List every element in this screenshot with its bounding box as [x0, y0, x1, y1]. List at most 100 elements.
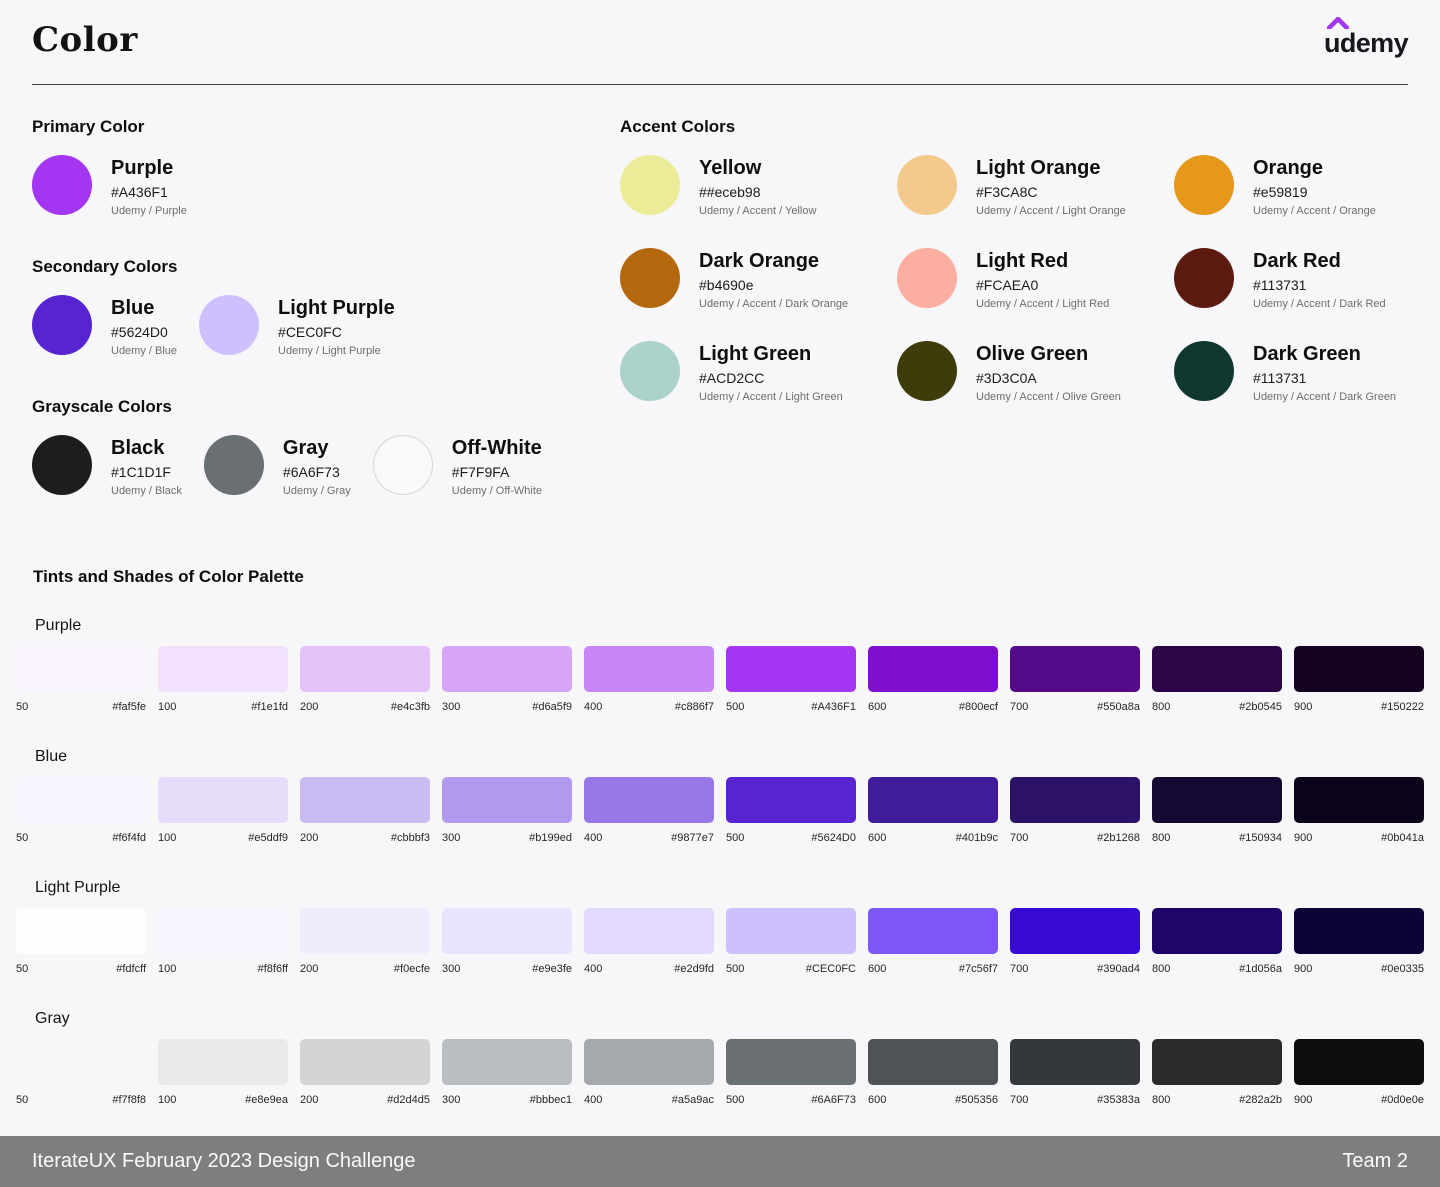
tint-cell: 100 #f8f6ff [158, 908, 288, 975]
tint-hex-label: #150934 [1239, 832, 1282, 844]
tint-scale-label: 100 [158, 1094, 177, 1106]
tint-scale-label: 400 [584, 1094, 603, 1106]
tint-swatch [158, 646, 288, 692]
tint-swatch [868, 908, 998, 954]
tint-scale-label: 600 [868, 832, 887, 844]
tint-scale-label: 50 [16, 832, 29, 844]
tint-cell: 900 #0e0335 [1294, 908, 1424, 975]
tint-cell: 50 #f6f4fd [16, 777, 146, 844]
tint-scale-label: 400 [584, 963, 603, 975]
tint-cell: 200 #d2d4d5 [300, 1039, 430, 1106]
tint-scale-label: 50 [16, 701, 29, 713]
tint-scale-label: 700 [1010, 963, 1029, 975]
tint-cell: 300 #b199ed [442, 777, 572, 844]
tint-hex-label: #2b0545 [1239, 701, 1282, 713]
tint-swatch [726, 1039, 856, 1085]
color-item: Light Red #FCAEA0 Udemy / Accent / Light… [897, 248, 1174, 310]
color-swatch-circle [372, 435, 433, 495]
tint-cell: 800 #150934 [1152, 777, 1282, 844]
tint-swatch [158, 1039, 288, 1085]
color-name: Light Green [699, 343, 812, 365]
tint-scale-label: 800 [1152, 963, 1171, 975]
color-meta: Dark Green #113731 Udemy / Accent / Dark… [1253, 341, 1396, 403]
color-item: Light Orange #F3CA8C Udemy / Accent / Li… [897, 155, 1174, 217]
tint-cell: 500 #6A6F73 [726, 1039, 856, 1106]
tint-hex-label: #282a2b [1239, 1094, 1282, 1106]
tint-hex-label: #e5ddf9 [248, 832, 288, 844]
tint-labels: 800 #282a2b [1152, 1094, 1282, 1106]
tint-cell: 800 #282a2b [1152, 1039, 1282, 1106]
tint-scale-label: 300 [442, 701, 461, 713]
tint-swatch [16, 646, 146, 692]
tint-row: Blue 50 #f6f4fd 100 #e5ddf9 200 #cbbbf3 … [16, 746, 1424, 844]
color-hex: #CEC0FC [278, 324, 342, 340]
color-item: Olive Green #3D3C0A Udemy / Accent / Oli… [897, 341, 1174, 403]
tint-scale-label: 900 [1294, 701, 1313, 713]
tint-cell: 800 #2b0545 [1152, 646, 1282, 713]
color-item: Black #1C1D1F Udemy / Black [32, 435, 182, 497]
primary-color-heading: Primary Color [32, 117, 145, 136]
tint-labels: 300 #bbbec1 [442, 1094, 572, 1106]
color-swatch-circle [1174, 248, 1234, 308]
tint-scale-label: 100 [158, 963, 177, 975]
tint-hex-label: #6A6F73 [811, 1094, 856, 1106]
tint-scale-label: 500 [726, 701, 745, 713]
header: Color udemy [32, 0, 1409, 85]
tint-hex-label: #A436F1 [811, 701, 856, 713]
color-swatch-circle [32, 155, 92, 215]
color-swatch-circle [897, 155, 957, 215]
tint-scale-label: 500 [726, 832, 745, 844]
tint-hex-label: #7c56f7 [958, 963, 998, 975]
tint-cell: 200 #e4c3fb [300, 646, 430, 713]
page-title: Color [32, 20, 138, 60]
tint-swatch [1152, 646, 1282, 692]
tint-labels: 100 #f1e1fd [158, 701, 288, 713]
tint-scale-label: 900 [1294, 963, 1313, 975]
tint-cell: 600 #505356 [868, 1039, 998, 1106]
tint-hex-label: #e9e3fe [532, 963, 572, 975]
color-name: Olive Green [976, 343, 1089, 365]
tint-labels: 300 #b199ed [442, 832, 572, 844]
color-swatch-circle [203, 435, 264, 495]
tint-hex-label: #0b041a [1381, 832, 1424, 844]
tint-swatch [16, 908, 146, 954]
tint-labels: 200 #d2d4d5 [300, 1094, 430, 1106]
tint-labels: 100 #f8f6ff [158, 963, 288, 975]
color-item: Light Green #ACD2CC Udemy / Accent / Lig… [620, 341, 897, 403]
tint-cell: 400 #c886f7 [584, 646, 714, 713]
color-token-path: Udemy / Accent / Light Red [976, 298, 1110, 310]
tint-labels: 800 #150934 [1152, 832, 1282, 844]
color-token-path: Udemy / Accent / Dark Orange [699, 298, 849, 310]
color-meta: Orange #e59819 Udemy / Accent / Orange [1253, 155, 1376, 217]
color-token-path: Udemy / Accent / Yellow [699, 205, 817, 217]
color-meta: Light Orange #F3CA8C Udemy / Accent / Li… [976, 155, 1126, 217]
color-hex: #113731 [1253, 277, 1307, 293]
tint-swatch [584, 777, 714, 823]
tint-hex-label: #cbbbf3 [390, 832, 430, 844]
tint-swatch [442, 908, 572, 954]
color-item: Blue #5624D0 Udemy / Blue [32, 295, 177, 357]
color-hex: #F7F9FA [451, 464, 510, 480]
tint-row-name: Gray [35, 1010, 70, 1027]
tint-labels: 50 #faf5fe [16, 701, 146, 713]
color-meta: Gray #6A6F73 Udemy / Gray [283, 435, 351, 497]
tint-scale-label: 100 [158, 832, 177, 844]
tint-scale-label: 50 [16, 963, 29, 975]
tint-hex-label: #b199ed [529, 832, 572, 844]
color-token-path: Udemy / Accent / Light Orange [976, 205, 1126, 217]
tint-hex-label: #35383a [1097, 1094, 1140, 1106]
color-name: Light Orange [976, 157, 1101, 179]
tint-swatch [158, 908, 288, 954]
tint-labels: 700 #2b1268 [1010, 832, 1140, 844]
color-item: Off-White #F7F9FA Udemy / Off-White [372, 435, 543, 497]
color-name: Blue [111, 297, 155, 319]
tint-hex-label: #e2d9fd [674, 963, 714, 975]
color-item: Gray #6A6F73 Udemy / Gray [203, 435, 351, 497]
color-token-path: Udemy / Off-White [451, 485, 543, 497]
tint-cell: 800 #1d056a [1152, 908, 1282, 975]
tint-swatch [584, 908, 714, 954]
color-token-path: Udemy / Light Purple [278, 345, 381, 357]
tint-hex-label: #0e0335 [1381, 963, 1424, 975]
tint-labels: 100 #e8e9ea [158, 1094, 288, 1106]
grayscale-colors-heading: Grayscale Colors [32, 397, 172, 416]
